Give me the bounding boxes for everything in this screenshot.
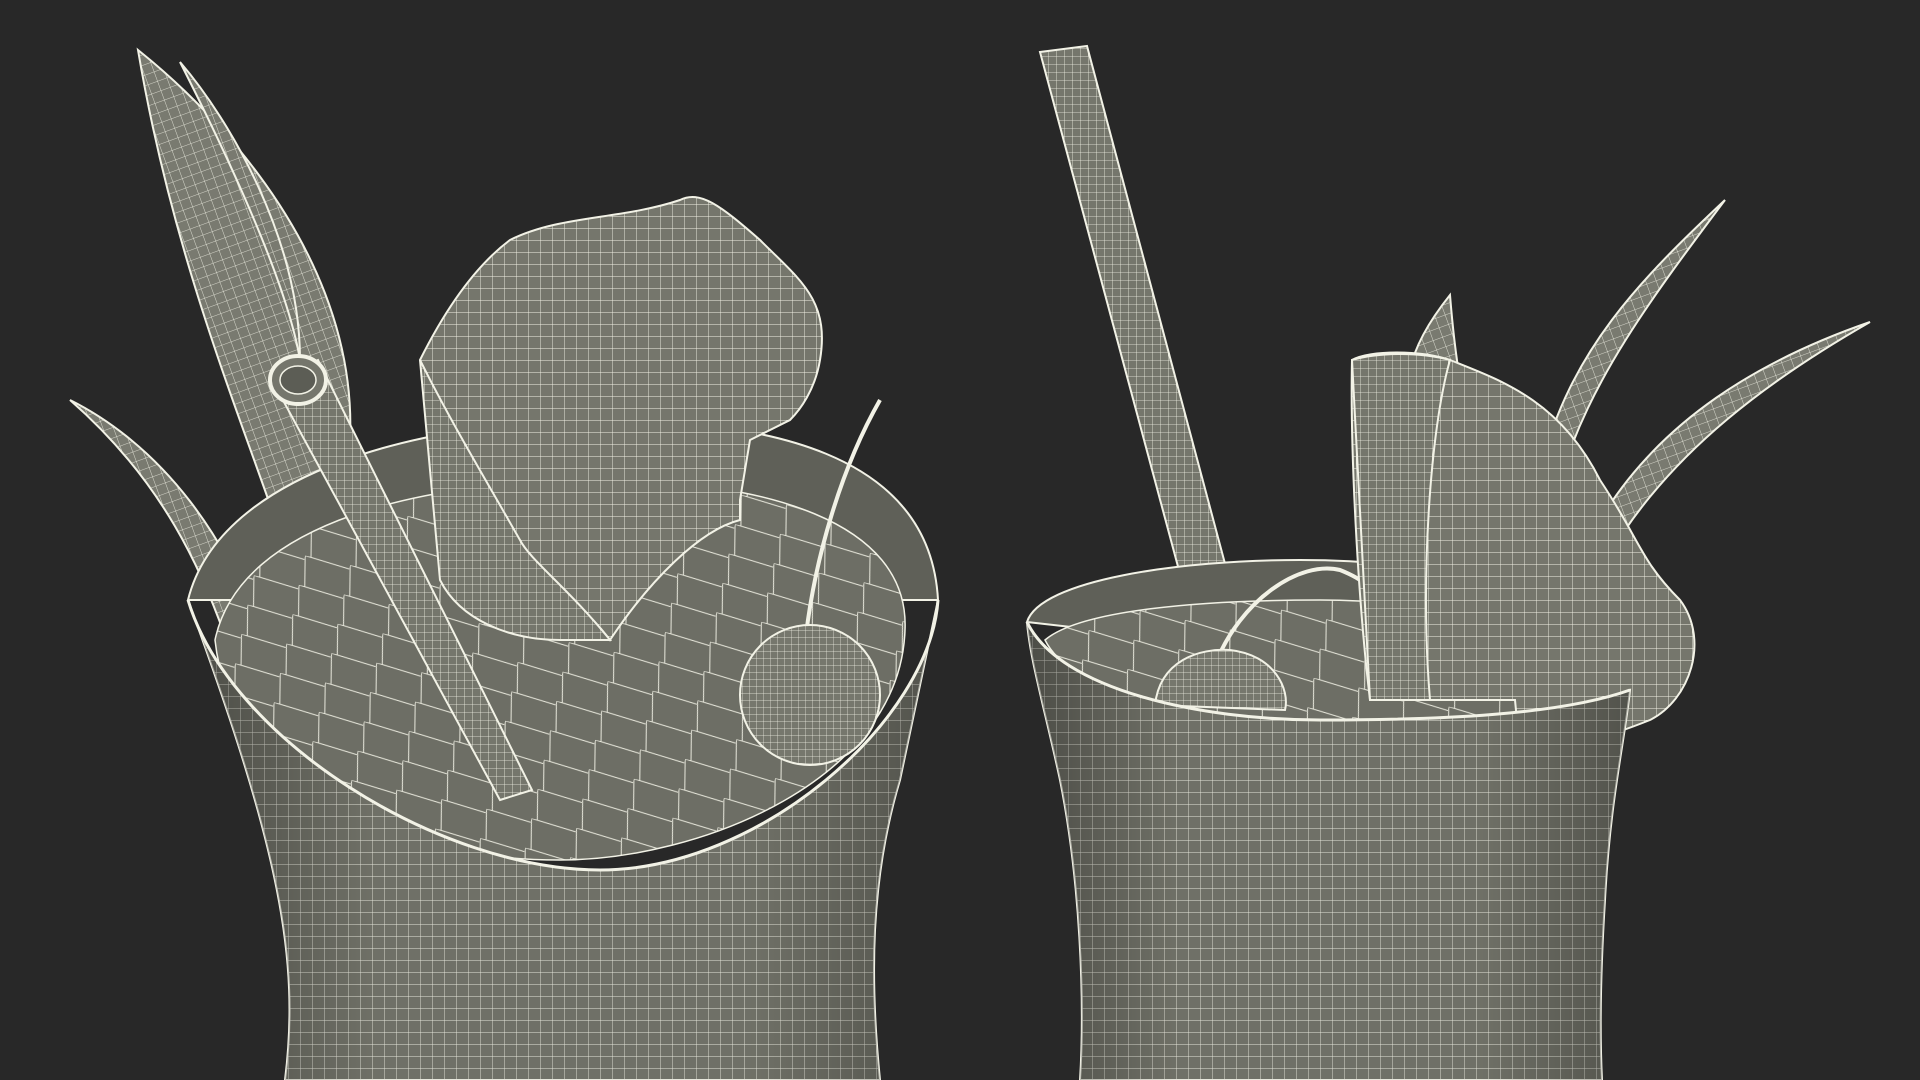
cocktail-glass-right (1025, 44, 1871, 1080)
cocktail-glass-left (69, 47, 940, 1080)
pineapple-wedge-right (1350, 351, 1696, 754)
straw-right (1038, 44, 1242, 632)
wireframe-render-canvas (69, 44, 1871, 1080)
leaf-right-long (1598, 321, 1871, 532)
